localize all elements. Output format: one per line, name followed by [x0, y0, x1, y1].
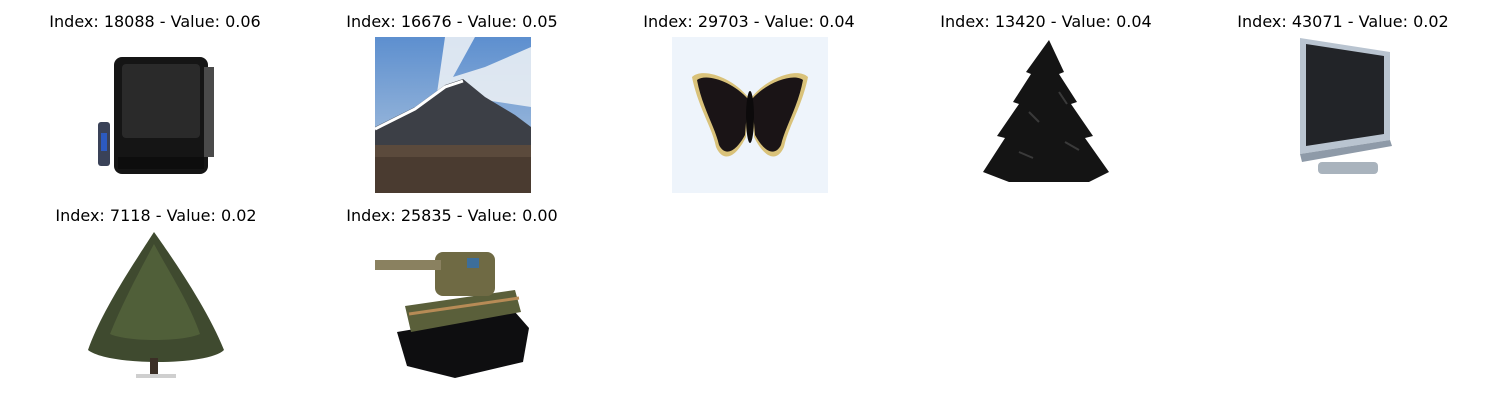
tile-title-1: Index: 18088 - Value: 0.06 — [49, 12, 261, 31]
tile-image-butterfly — [672, 37, 828, 193]
tile-title-7: Index: 25835 - Value: 0.00 — [346, 206, 558, 225]
tile-title-5: Index: 43071 - Value: 0.02 — [1237, 12, 1449, 31]
tile-title-3: Index: 29703 - Value: 0.04 — [643, 12, 855, 31]
tile-image-tank — [375, 232, 531, 388]
tile-title-6: Index: 7118 - Value: 0.02 — [55, 206, 257, 225]
tile-image-flat-tv — [1268, 32, 1424, 188]
tile-title-4: Index: 13420 - Value: 0.04 — [940, 12, 1152, 31]
tile-title-2: Index: 16676 - Value: 0.05 — [346, 12, 558, 31]
figure: { "tiles": [ {"index": "18088", "value":… — [0, 0, 1500, 400]
tile-image-mountain — [375, 37, 531, 193]
tile-image-crt-television — [78, 37, 234, 193]
tile-image-fir-tree — [969, 32, 1125, 188]
tile-image-conifer — [78, 230, 234, 386]
